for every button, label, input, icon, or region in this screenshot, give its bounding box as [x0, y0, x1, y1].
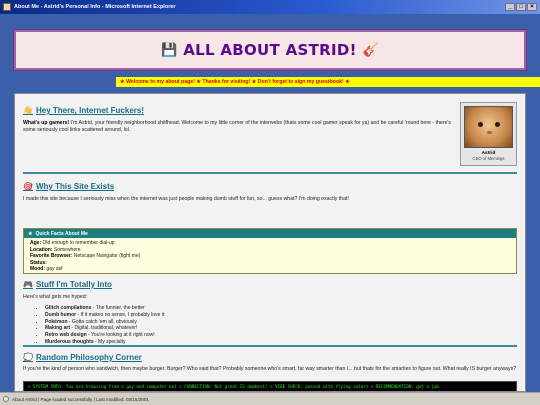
fact-status: Status:: [30, 260, 510, 267]
list-item: Retro web design - You're looking at it …: [45, 332, 517, 339]
interest-name: Pokémon: [45, 318, 68, 325]
avatar: [464, 106, 513, 148]
close-button[interactable]: ×: [527, 3, 537, 11]
fact-label: Favorite Browser:: [30, 253, 73, 260]
fact-value: Netscape Navigator (fight me): [72, 253, 141, 260]
window-titlebar[interactable]: About Me - Astrid's Personal Info - Micr…: [0, 0, 540, 14]
philosophy-heading-text: Random Philosophy Corner: [35, 353, 142, 362]
avatar-nose: [487, 131, 492, 134]
interest-desc: - Digital, traditional, whatever!: [70, 325, 138, 332]
fact-label: Status:: [30, 259, 47, 266]
interest-name: Glitch compilations: [45, 305, 92, 311]
avatar-eye-left: [478, 122, 483, 127]
avatar-eye-right: [495, 122, 500, 127]
page-banner: 💾 ALL ABOUT ASTRID! 🎸: [13, 29, 527, 71]
welcome-marquee: ★ Welcome to my about page! ★ Thanks for…: [116, 77, 540, 87]
intro-lead: What's up gamers!: [23, 120, 70, 126]
interests-heading-text: Stuff I'm Totally Into: [35, 280, 112, 289]
list-item: Pokémon - Gotta catch 'em all, obviously: [45, 319, 517, 326]
avatar-card: Astrid CEO of Memings: [460, 102, 517, 166]
fact-label: Age:: [30, 240, 42, 246]
list-item: Glitch compilations - The funnier, the b…: [45, 305, 517, 312]
fact-location: Location: Somewhere: [30, 247, 510, 254]
fact-age: Age: Old enough to remember dial-up: [30, 240, 510, 247]
minimize-button[interactable]: _: [505, 3, 515, 11]
interests-list: Glitch compilations - The funnier, the b…: [23, 305, 517, 346]
list-item: Making art - Digital, traditional, whate…: [45, 325, 517, 332]
philosophy-section: 💭 Random Philosophy Corner If you're the…: [23, 353, 517, 373]
window-title: About Me - Astrid's Personal Info - Micr…: [14, 4, 176, 10]
intro-text: I'm Astrid, your friendly neighborhood s…: [23, 120, 451, 133]
section-divider: [23, 345, 517, 347]
interests-intro: Here's what gets me hyped:: [23, 294, 88, 300]
interest-desc: - If it makes no sense, I probably love …: [76, 311, 165, 318]
fact-value: Old enough to remember dial-up: [41, 240, 115, 246]
fact-value: gay asf: [45, 266, 63, 273]
list-item: Dumb humor - If it makes no sense, I pro…: [45, 312, 517, 319]
fact-browser: Favorite Browser: Netscape Navigator (fi…: [30, 253, 510, 260]
page-viewport[interactable]: 💾 ALL ABOUT ASTRID! 🎸 ★ Welcome to my ab…: [0, 14, 540, 392]
interest-name: Dumb humor: [45, 311, 77, 318]
fact-label: Location:: [30, 246, 53, 253]
intro-section: 👋 Hey There, Internet Fuckers! What's up…: [23, 106, 453, 134]
avatar-caption: CEO of Memings: [472, 156, 505, 161]
why-heading-text: Why This Site Exists: [35, 182, 115, 191]
interests-section: 🎮 Stuff I'm Totally Into Here's what get…: [23, 280, 517, 346]
section-divider: [23, 172, 517, 174]
interest-name: Making art: [45, 325, 71, 332]
system-info-terminal: > SYSTEM INFO: You are browsing from a g…: [23, 381, 517, 391]
philosophy-heading: 💭 Random Philosophy Corner: [23, 353, 517, 362]
game-controller-icon: 🎮: [23, 280, 33, 289]
intro-heading-text: Hey There, Internet Fuckers!: [35, 106, 145, 115]
intro-paragraph: What's up gamers! I'm Astrid, your frien…: [23, 120, 453, 134]
quick-facts-title: Quick Facts About Me: [35, 230, 88, 237]
fact-mood: Mood: gay asf: [30, 266, 510, 273]
interest-desc: - Gotta catch 'em all, obviously: [67, 318, 137, 325]
browser-icon: [3, 3, 11, 11]
status-text: About Astrid | Page loaded successfully …: [12, 396, 149, 402]
interests-heading: 🎮 Stuff I'm Totally Into: [23, 280, 517, 289]
intro-heading: 👋 Hey There, Internet Fuckers!: [23, 106, 453, 115]
waving-hand-icon: 👋: [23, 106, 33, 115]
fact-label: Mood:: [30, 266, 45, 273]
philosophy-paragraph: If you're the kind of person who sandwic…: [23, 366, 517, 372]
page-status-icon: [3, 396, 9, 402]
floppy-disk-icon: 💾: [161, 42, 178, 57]
page-title: ALL ABOUT ASTRID!: [183, 41, 357, 59]
fact-value: Somewhere: [52, 246, 81, 253]
thought-bubble-icon: 💭: [23, 353, 33, 362]
target-icon: 🎯: [23, 182, 33, 191]
quick-facts-box: ★ Quick Facts About Me Age: Old enough t…: [23, 228, 517, 274]
interest-name: Retro web design: [45, 332, 87, 339]
why-section: 🎯 Why This Site Exists I made this site …: [23, 182, 517, 203]
maximize-button[interactable]: □: [516, 3, 526, 11]
guitar-icon: 🎸: [362, 42, 379, 57]
why-heading: 🎯 Why This Site Exists: [23, 182, 517, 191]
why-paragraph: I made this site because I seriously mis…: [23, 196, 349, 202]
star-icon: ★: [28, 230, 33, 237]
quick-facts-header: ★ Quick Facts About Me: [24, 229, 516, 238]
interest-desc: - The funnier, the better: [91, 305, 145, 311]
main-content: 👋 Hey There, Internet Fuckers! What's up…: [14, 93, 526, 392]
status-bar: About Astrid | Page loaded successfully …: [0, 392, 540, 405]
interest-desc: - You're looking at it right now!: [86, 332, 155, 339]
